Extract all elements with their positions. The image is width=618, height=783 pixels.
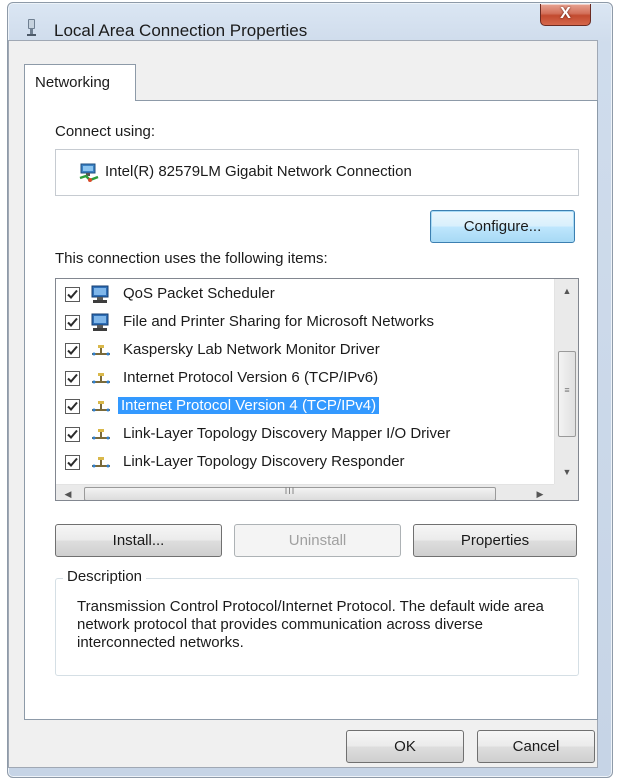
- network-protocol-icon: [90, 341, 112, 361]
- item-label: QoS Packet Scheduler: [123, 285, 275, 302]
- item-label: Internet Protocol Version 6 (TCP/IPv6): [123, 369, 379, 386]
- vertical-thumb-grip: ≡: [564, 385, 570, 395]
- items-label: This connection uses the following items…: [55, 250, 328, 267]
- scroll-down-icon[interactable]: ▼: [555, 462, 578, 482]
- list-item[interactable]: Internet Protocol Version 4 (TCP/IPv4): [56, 394, 556, 420]
- close-icon: X: [560, 5, 571, 22]
- title-bar[interactable]: Local Area Connection Properties X: [8, 3, 612, 43]
- item-label: File and Printer Sharing for Microsoft N…: [123, 313, 434, 330]
- tab-networking[interactable]: Networking: [24, 64, 136, 101]
- item-checkbox[interactable]: [65, 315, 80, 330]
- scroll-up-icon[interactable]: ▲: [555, 281, 578, 301]
- item-label: Link-Layer Topology Discovery Responder: [123, 453, 405, 470]
- horizontal-scrollbar[interactable]: ◀ III ▶: [56, 484, 554, 500]
- list-item[interactable]: Link-Layer Topology Discovery Responder: [56, 450, 556, 476]
- item-checkbox[interactable]: [65, 371, 80, 386]
- item-checkbox[interactable]: [65, 455, 80, 470]
- checkmark-icon: [67, 373, 78, 383]
- item-label: Kaspersky Lab Network Monitor Driver: [123, 341, 380, 358]
- network-adapter-icon: [79, 163, 99, 182]
- network-adapter-box: Intel(R) 82579LM Gigabit Network Connect…: [55, 149, 579, 196]
- uninstall-button[interactable]: Uninstall: [234, 524, 401, 557]
- network-protocol-icon: [90, 425, 112, 445]
- configure-button[interactable]: Configure...: [430, 210, 575, 243]
- list-item[interactable]: Internet Protocol Version 6 (TCP/IPv6): [56, 366, 556, 392]
- connection-items-list[interactable]: QoS Packet Scheduler File and Printer Sha…: [55, 278, 579, 501]
- network-protocol-icon: [90, 397, 112, 417]
- horizontal-thumb-grip: III: [284, 486, 296, 496]
- vertical-scrollbar[interactable]: ▲ ≡ ▼: [554, 279, 578, 484]
- ok-button[interactable]: OK: [346, 730, 464, 763]
- network-connection-icon: [27, 19, 36, 36]
- checkmark-icon: [67, 345, 78, 355]
- qos-computer-icon: [90, 285, 112, 305]
- item-checkbox[interactable]: [65, 427, 80, 442]
- list-item[interactable]: File and Printer Sharing for Microsoft N…: [56, 310, 556, 336]
- tab-networking-label: Networking: [35, 74, 111, 91]
- properties-button[interactable]: Properties: [413, 524, 577, 557]
- scroll-left-icon[interactable]: ◀: [58, 484, 78, 500]
- window-title: Local Area Connection Properties: [54, 21, 308, 40]
- item-checkbox[interactable]: [65, 343, 80, 358]
- item-checkbox[interactable]: [65, 399, 80, 414]
- item-checkbox[interactable]: [65, 287, 80, 302]
- checkmark-icon: [67, 457, 78, 467]
- file-printer-sharing-icon: [90, 313, 112, 333]
- network-adapter-name: Intel(R) 82579LM Gigabit Network Connect…: [105, 163, 412, 180]
- list-item[interactable]: Link-Layer Topology Discovery Mapper I/O…: [56, 422, 556, 448]
- cancel-button[interactable]: Cancel: [477, 730, 595, 763]
- connect-using-label: Connect using:: [55, 123, 156, 140]
- close-button[interactable]: X: [540, 4, 591, 26]
- list-item[interactable]: Kaspersky Lab Network Monitor Driver: [56, 338, 556, 364]
- checkmark-icon: [67, 317, 78, 327]
- scroll-right-icon[interactable]: ▶: [530, 484, 550, 500]
- item-label: Internet Protocol Version 4 (TCP/IPv4): [118, 397, 380, 414]
- scrollbar-corner: [554, 484, 578, 500]
- install-button[interactable]: Install...: [55, 524, 222, 557]
- checkmark-icon: [67, 401, 78, 411]
- item-label: Link-Layer Topology Discovery Mapper I/O…: [123, 425, 451, 442]
- network-protocol-icon: [90, 369, 112, 389]
- description-text: Transmission Control Protocol/Internet P…: [77, 598, 544, 651]
- network-protocol-icon: [90, 453, 112, 473]
- horizontal-scroll-thumb[interactable]: III: [84, 486, 496, 500]
- vertical-scroll-thumb[interactable]: ≡: [558, 351, 576, 437]
- list-item[interactable]: QoS Packet Scheduler: [56, 282, 556, 308]
- description-label: Description: [63, 568, 147, 585]
- checkmark-icon: [67, 289, 78, 299]
- checkmark-icon: [67, 429, 78, 439]
